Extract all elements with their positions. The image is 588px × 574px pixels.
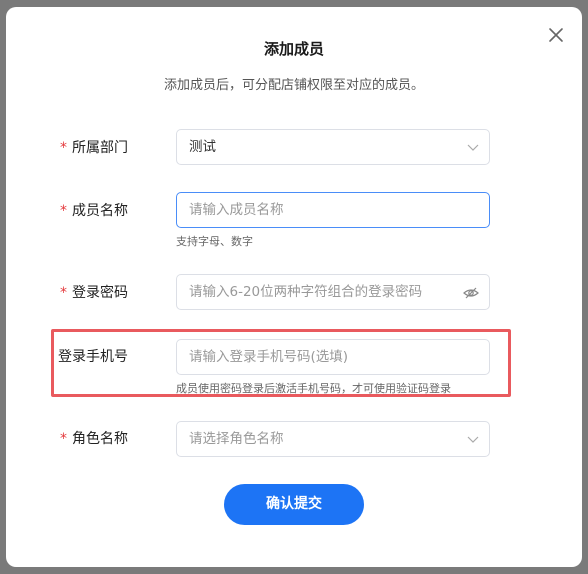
- phone-hint: 成员使用密码登录后激活手机号码，才可使用验证码登录: [176, 382, 451, 395]
- chevron-down-icon: [467, 436, 479, 443]
- password-label: * 登录密码: [60, 285, 128, 301]
- required-mark: *: [60, 431, 67, 447]
- phone-placeholder: 请输入登录手机号码(选填): [189, 349, 349, 365]
- dialog-subtitle: 添加成员后，可分配店铺权限至对应的成员。: [163, 78, 424, 93]
- department-value: 测试: [189, 139, 216, 155]
- department-select[interactable]: 测试: [176, 129, 490, 165]
- member-name-placeholder: 请输入成员名称: [189, 202, 284, 218]
- eye-off-icon[interactable]: [463, 286, 479, 300]
- chevron-down-icon: [467, 144, 479, 151]
- department-label: * 所属部门: [60, 140, 128, 156]
- role-label: * 角色名称: [60, 431, 128, 447]
- password-placeholder: 请输入6-20位两种字符组合的登录密码: [189, 284, 423, 300]
- required-mark: *: [60, 285, 67, 301]
- member-name-input[interactable]: 请输入成员名称: [176, 192, 490, 228]
- member-name-hint: 支持字母、数字: [176, 235, 253, 248]
- password-input[interactable]: 请输入6-20位两种字符组合的登录密码: [176, 274, 490, 310]
- dialog-title: 添加成员: [263, 40, 324, 58]
- member-name-label: * 成员名称: [60, 203, 128, 219]
- submit-button[interactable]: 确认提交: [224, 484, 364, 525]
- required-mark: *: [60, 203, 67, 219]
- role-select[interactable]: 请选择角色名称: [176, 421, 490, 457]
- role-placeholder: 请选择角色名称: [189, 431, 284, 447]
- phone-input[interactable]: 请输入登录手机号码(选填): [176, 339, 490, 375]
- phone-label: 登录手机号: [58, 349, 128, 365]
- required-mark: *: [60, 140, 67, 156]
